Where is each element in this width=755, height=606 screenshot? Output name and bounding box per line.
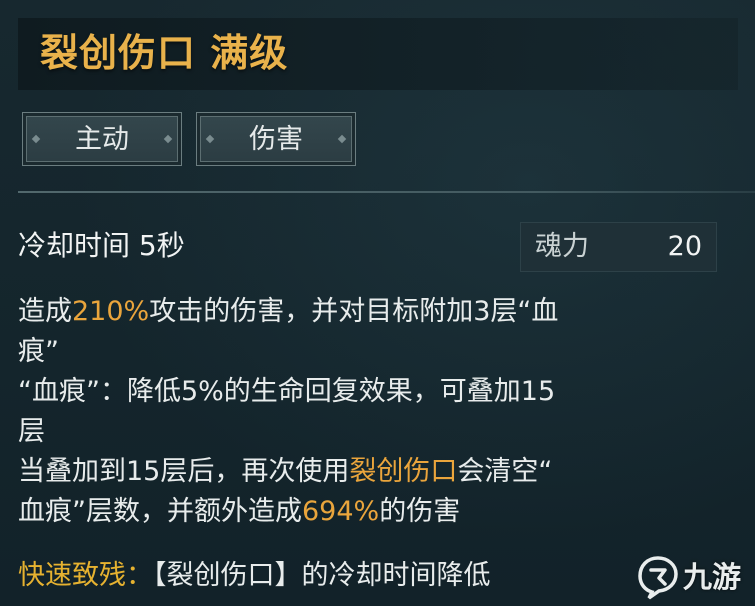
- diamond-ornament-icon: [31, 134, 41, 144]
- damage-percent-highlight: 694%: [302, 496, 380, 527]
- cooldown-text: 冷却时间 5秒: [18, 229, 185, 262]
- cost-label: 魂力: [535, 231, 589, 262]
- diamond-ornament-icon: [205, 134, 215, 144]
- tag-damage: 伤害: [196, 112, 356, 166]
- ninegame-logo-icon: [638, 556, 678, 600]
- skill-description: 造成210%攻击的伤害，并对目标附加3层“血 痕” “血痕”：降低5%的生命回复…: [18, 292, 718, 532]
- description-line: 当叠加到15层后，再次使用裂创伤口会清空“: [18, 452, 718, 492]
- text-segment: 【裂创伤口】的冷却时间降低: [153, 560, 491, 591]
- watermark-text: 九游: [683, 560, 742, 594]
- skill-title: 裂创伤口 满级: [40, 31, 289, 75]
- tag-label: 主动: [75, 124, 129, 155]
- damage-percent-highlight: 210%: [72, 296, 150, 327]
- description-line: 层: [18, 412, 718, 452]
- title-bar: 裂创伤口 满级: [18, 18, 738, 90]
- watermark: 九游: [635, 552, 750, 602]
- text-segment: 当叠加到15层后，再次使用: [18, 456, 350, 487]
- soul-cost-box: 魂力 20: [520, 222, 717, 272]
- skill-tooltip-panel: 裂创伤口 满级 主动 伤害 冷却时间 5秒 魂力 20 造成210%攻击的伤害，…: [0, 0, 755, 606]
- text-segment: 痕”: [18, 336, 59, 367]
- description-line: 痕”: [18, 332, 718, 372]
- skill-name-highlight: 裂创伤口: [349, 456, 458, 487]
- text-segment: 的伤害: [379, 496, 461, 527]
- description-line: 血痕”层数，并额外造成694%的伤害: [18, 492, 718, 532]
- talent-name-highlight: 快速致残：: [18, 560, 153, 591]
- text-segment: 会清空“: [457, 456, 553, 487]
- text-segment: 造成: [18, 296, 72, 327]
- text-segment: “血痕”：降低5%的生命回复效果，可叠加15: [18, 376, 556, 407]
- text-segment: 血痕”层数，并额外造成: [18, 496, 302, 527]
- diamond-ornament-icon: [163, 134, 173, 144]
- text-segment: 层: [18, 416, 45, 447]
- description-line: “血痕”：降低5%的生命回复效果，可叠加15: [18, 372, 718, 412]
- cost-value: 20: [667, 231, 702, 262]
- description-line: 造成210%攻击的伤害，并对目标附加3层“血: [18, 292, 718, 332]
- tag-active: 主动: [22, 112, 182, 166]
- tag-label: 伤害: [249, 124, 303, 155]
- text-segment: 攻击的伤害，并对目标附加3层“血: [149, 296, 559, 327]
- talent-line: 快速致残：【裂创伤口】的冷却时间降低: [18, 556, 608, 596]
- diamond-ornament-icon: [337, 134, 347, 144]
- divider: [18, 191, 755, 193]
